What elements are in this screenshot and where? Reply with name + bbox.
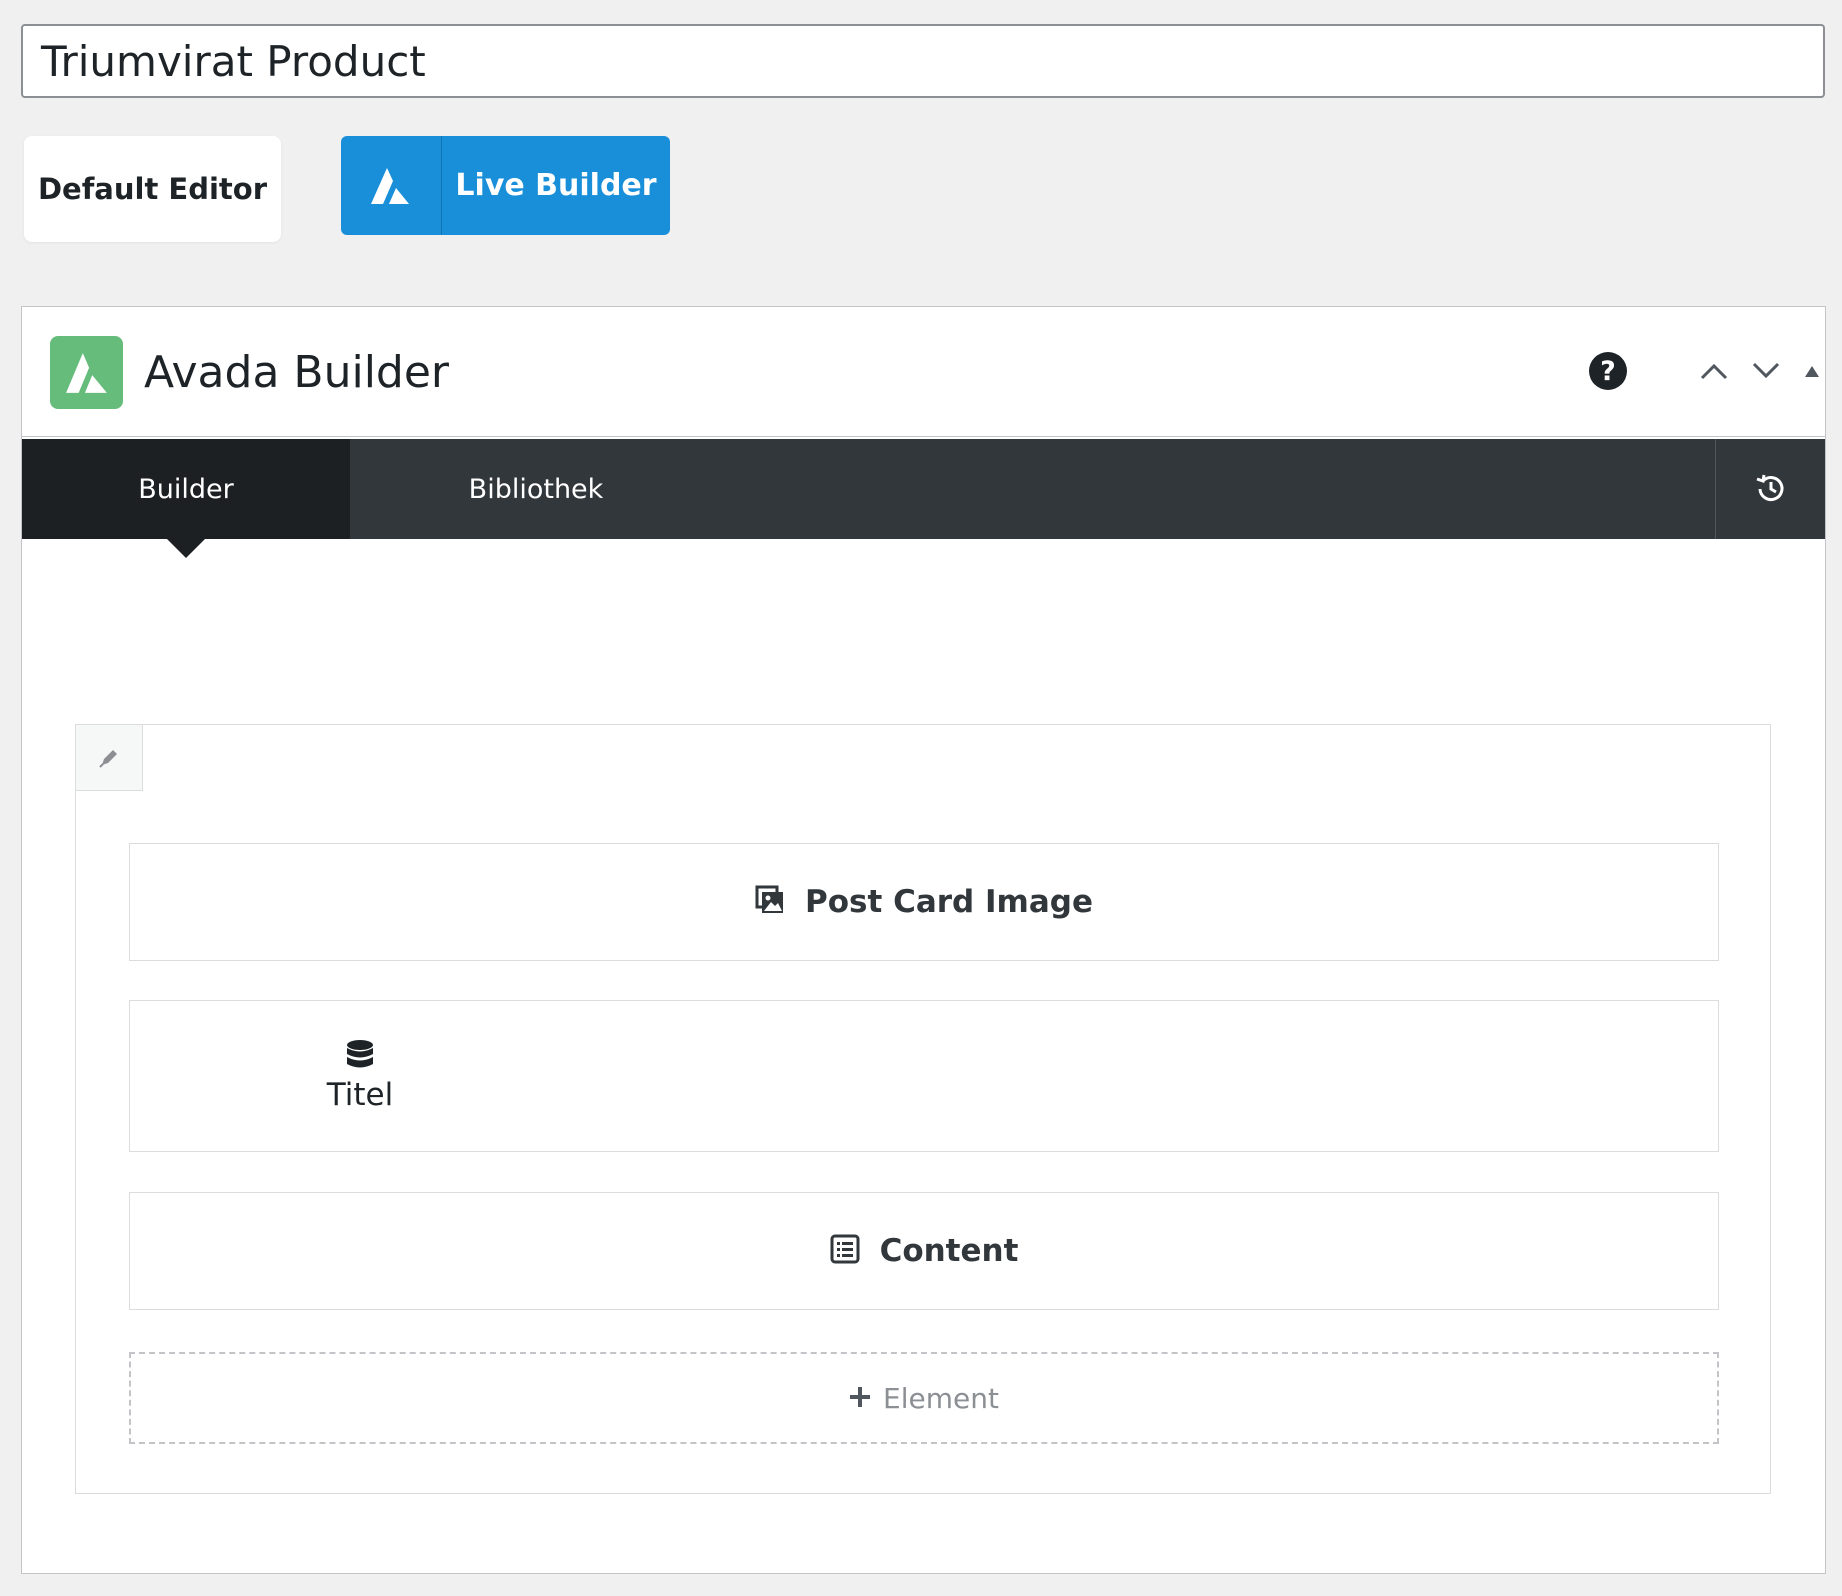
element-label: Titel xyxy=(326,1077,394,1113)
add-element-button[interactable]: Element xyxy=(129,1352,1719,1444)
default-editor-button[interactable]: Default Editor xyxy=(24,136,281,242)
pencil-icon[interactable] xyxy=(76,725,143,791)
history-icon[interactable] xyxy=(1715,439,1825,539)
post-title-value: Triumvirat Product xyxy=(41,36,426,86)
gallery-icon xyxy=(755,885,785,919)
post-title-input[interactable]: Triumvirat Product xyxy=(21,24,1825,98)
add-element-label: Element xyxy=(883,1381,999,1415)
chevron-down-icon[interactable] xyxy=(1746,351,1786,391)
element-post-card-image[interactable]: Post Card Image xyxy=(129,843,1719,961)
live-builder-label: Live Builder xyxy=(455,168,657,203)
element-content[interactable]: Content xyxy=(129,1192,1719,1310)
builder-container: Post Card Image Titel Content Element xyxy=(75,724,1771,1494)
triangle-up-icon[interactable] xyxy=(1797,351,1827,391)
active-tab-caret xyxy=(166,538,206,558)
chevron-up-icon[interactable] xyxy=(1694,351,1734,391)
builder-tabbar: Builder Bibliothek xyxy=(22,439,1825,558)
help-icon[interactable]: ? xyxy=(1589,352,1627,390)
panel-title: Avada Builder xyxy=(144,347,450,398)
panel-header: Avada Builder ? xyxy=(22,307,1825,437)
element-titel[interactable]: Titel xyxy=(129,1000,1719,1152)
help-glyph: ? xyxy=(1600,355,1616,387)
live-builder-button[interactable]: Live Builder xyxy=(341,136,670,235)
avada-logo-icon xyxy=(341,136,442,235)
content-list-icon xyxy=(830,1234,860,1268)
element-label: Content xyxy=(879,1233,1019,1269)
database-icon xyxy=(346,1039,374,1075)
default-editor-label: Default Editor xyxy=(37,172,268,206)
tab-bibliothek-label: Bibliothek xyxy=(468,473,604,505)
plus-icon xyxy=(849,1382,871,1415)
avada-builder-panel: Avada Builder ? Builder Bibliothek Post … xyxy=(21,306,1826,1574)
tab-builder-label: Builder xyxy=(138,473,234,505)
tab-bibliothek[interactable]: Bibliothek xyxy=(350,439,722,539)
element-label: Post Card Image xyxy=(805,884,1093,920)
tab-builder[interactable]: Builder xyxy=(22,439,350,558)
avada-brand-icon xyxy=(50,336,123,409)
